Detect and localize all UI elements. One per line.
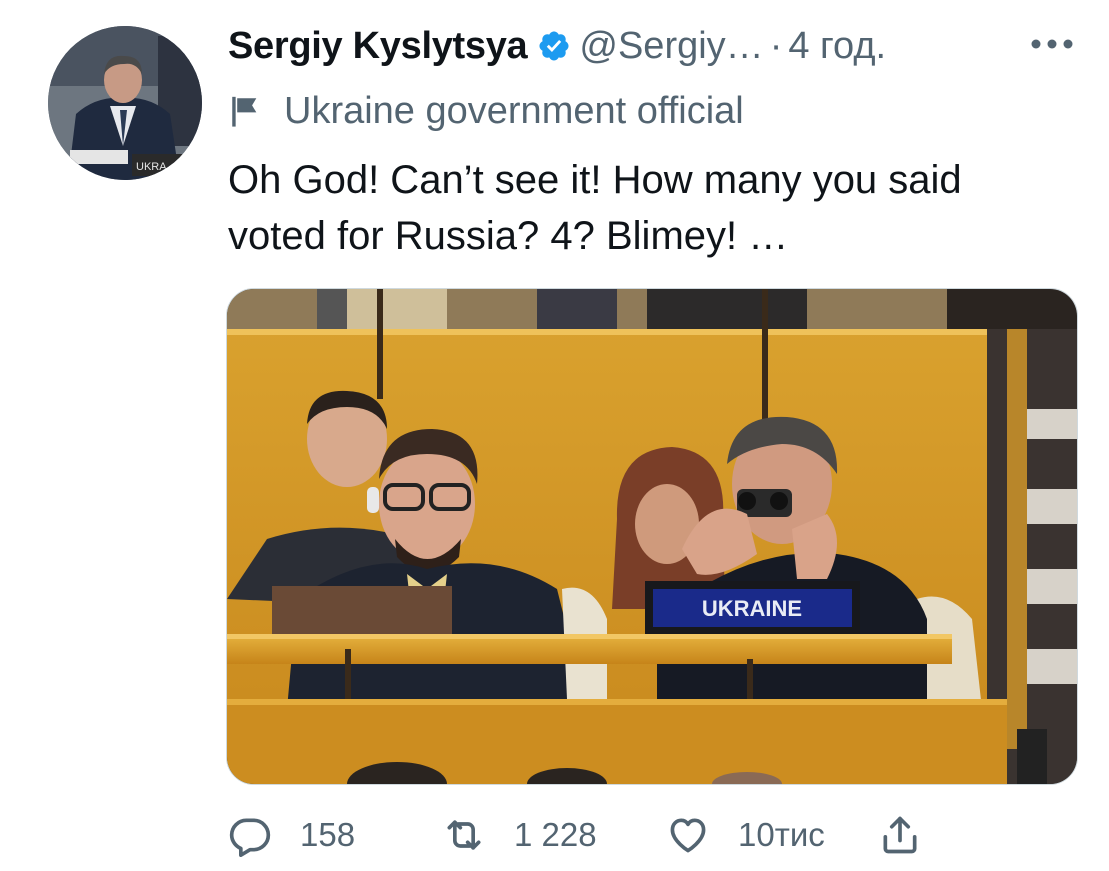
author-handle[interactable]: @Sergiy… [579,25,763,68]
author-name[interactable]: Sergiy Kyslytsya [228,25,528,68]
retweet-count: 1 228 [514,816,597,853]
tweet-text-line: Oh God! Can’t see it! How many you said [228,158,962,202]
verified-badge-icon[interactable] [537,29,571,63]
government-label[interactable]: Ukraine government official [228,86,744,136]
retweet-button[interactable]: 1 228 [442,805,597,865]
like-count: 10тис [738,816,825,853]
tweet-text-line: voted for Russia? 4? Blimey! … [228,214,789,258]
share-button[interactable] [878,805,922,865]
heart-icon [670,818,706,853]
avatar-nameplate-text: UKRA [136,161,167,173]
government-label-text: Ukraine government official [284,89,744,132]
tweet-header: Sergiy Kyslytsya @Sergiy… · 4 год. [228,20,886,72]
retweet-icon [447,820,481,850]
un-assembly-photo: UKRAINE [227,289,1077,784]
tweet-media-photo[interactable]: UKRAINE [226,288,1078,785]
reply-icon [229,818,271,857]
ukraine-sign-text: UKRAINE [702,596,802,621]
avatar-photo: UKRA [48,26,202,180]
avatar[interactable]: UKRA [48,26,202,180]
share-icon [883,816,917,854]
more-dots-icon[interactable] [1028,24,1076,64]
reply-count: 158 [300,816,356,853]
separator-dot: · [769,24,783,67]
like-button[interactable]: 10тис [666,805,825,865]
tweet-actions: 158 1 228 10тис [228,805,988,865]
tweet-text: Oh God! Can’t see it! How many you said … [228,152,1078,264]
timestamp[interactable]: 4 год. [788,25,886,68]
reply-button[interactable]: 158 [228,805,355,865]
flag-icon [232,96,257,127]
